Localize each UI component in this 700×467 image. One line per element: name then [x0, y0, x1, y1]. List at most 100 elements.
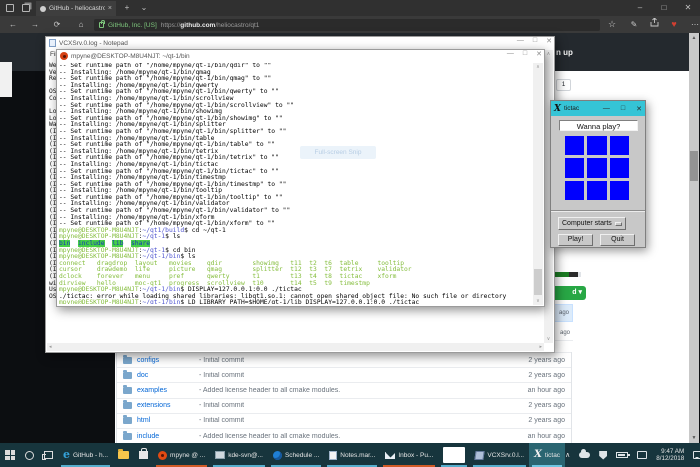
more-options-button[interactable]: ⋯ — [686, 16, 700, 33]
terminal-maximize-button[interactable]: □ — [523, 50, 527, 58]
extension-heart-icon[interactable]: ♥ — [665, 16, 683, 33]
tab-dropdown-button[interactable]: ⌄ — [137, 0, 151, 16]
url-text: https://github.com/heliocastro/qt1 — [161, 22, 260, 29]
scroll-up-icon[interactable]: ▲ — [689, 35, 699, 41]
taskbar-schedule-button[interactable]: Schedule ... — [268, 443, 324, 467]
commit-time: 2 years ago — [528, 357, 565, 364]
clone-or-download-button[interactable]: d ▾ — [555, 286, 586, 300]
folder-icon — [123, 417, 132, 424]
page-scrollbar[interactable]: ▲ ▼ — [689, 33, 699, 443]
tictac-cell[interactable] — [610, 181, 629, 200]
new-tab-button[interactable]: + — [120, 0, 134, 16]
action-center-icon[interactable] — [693, 451, 700, 459]
refresh-button[interactable]: ⟳ — [48, 16, 66, 33]
tab-close-icon[interactable]: × — [108, 5, 112, 12]
tictac-quit-button[interactable]: Quit — [600, 234, 635, 246]
home-button[interactable]: ⌂ — [72, 16, 90, 33]
terminal-scrollbar-thumb[interactable] — [534, 269, 542, 295]
commit-message[interactable]: - Initial commit — [199, 372, 528, 379]
tictac-cell[interactable] — [565, 136, 584, 155]
commit-message[interactable]: - Initial commit — [199, 402, 528, 409]
tictac-minimize-button[interactable]: — — [603, 105, 610, 113]
tictac-cell[interactable] — [587, 136, 606, 155]
tictac-play-button[interactable]: Play! — [558, 234, 593, 246]
tictac-cell[interactable] — [587, 181, 606, 200]
terminal-output[interactable]: -- Set runtime path of "/home/mpyne/qt-1… — [59, 63, 532, 304]
back-button[interactable]: ← — [4, 16, 22, 33]
terminal-minimize-button[interactable]: — — [507, 50, 514, 58]
taskbar-explorer-button[interactable] — [113, 443, 134, 467]
file-name-link[interactable]: examples — [137, 387, 199, 394]
commit-message[interactable]: - Added license header to all cmake modu… — [199, 387, 528, 394]
lock-icon — [99, 22, 104, 28]
file-name-link[interactable]: configs — [137, 357, 199, 364]
window-maximize-button[interactable]: □ — [656, 0, 672, 16]
window-close-button[interactable]: ✕ — [680, 0, 696, 16]
notepad-maximize-button[interactable]: □ — [533, 37, 537, 45]
start-button[interactable] — [0, 443, 20, 467]
tictac-maximize-button[interactable]: □ — [621, 105, 625, 113]
tictac-cell[interactable] — [610, 158, 629, 177]
commit-time: 2 years ago — [528, 402, 565, 409]
commit-message[interactable]: - Added license header to all cmake modu… — [199, 433, 528, 440]
tictac-separator — [551, 210, 645, 212]
file-row[interactable]: html- Initial commit2 years ago — [117, 413, 571, 428]
notepad-horizontal-scrollbar[interactable]: ◂ ▸ — [47, 343, 544, 351]
taskbar-store-button[interactable] — [134, 443, 153, 467]
file-name-link[interactable]: html — [137, 417, 199, 424]
tictac-cell[interactable] — [610, 136, 629, 155]
notepad-title-bar[interactable]: VCXSrv.0.log - Notepad — □ ✕ — [46, 37, 554, 49]
file-row[interactable]: doc- Initial commit2 years ago — [117, 367, 571, 382]
file-name-link[interactable]: extensions — [137, 402, 199, 409]
tictac-cell[interactable] — [565, 181, 584, 200]
hidden-icons-chevron[interactable]: ∧ — [565, 451, 570, 459]
commit-message[interactable]: - Initial commit — [199, 417, 528, 424]
social-count-badge[interactable]: 1 — [556, 79, 571, 91]
sign-up-button-fragment[interactable]: n up — [556, 48, 573, 57]
terminal-title-bar[interactable]: mpyne@DESKTOP-M8U4NJT: ~/qt-1/bin — □ ✕ — [57, 50, 544, 62]
scroll-down-icon[interactable]: ▼ — [689, 435, 699, 441]
window-minimize-button[interactable]: – — [632, 0, 648, 16]
language-bar — [555, 272, 585, 277]
set-tabs-aside-icon[interactable] — [6, 4, 14, 12]
taskbar-clock[interactable]: 9:47 AM8/12/2018 — [656, 448, 684, 463]
cortana-button[interactable] — [20, 443, 39, 467]
taskbar-edge-button[interactable]: e GitHub - h... — [58, 443, 113, 467]
taskbar-kdesvn-button[interactable]: kde-svn@... — [210, 443, 268, 467]
onedrive-cloud-icon[interactable] — [579, 452, 590, 458]
page-scrollbar-thumb[interactable] — [690, 151, 698, 181]
tictac-title-bar[interactable]: X tictac — □ ✕ — [551, 101, 645, 116]
taskbar-tictac-button[interactable]: X tictac — [529, 443, 565, 467]
tictac-cell[interactable] — [565, 158, 584, 177]
taskbar-vcxsrv-button[interactable]: VCXSrv.0.l... — [470, 443, 529, 467]
file-name-link[interactable]: doc — [137, 372, 199, 379]
address-bar[interactable]: GitHub, Inc. [US] https://github.com/hel… — [94, 19, 600, 31]
tictac-cell[interactable] — [587, 158, 606, 177]
file-row[interactable]: extensions- Initial commit2 years ago — [117, 398, 571, 413]
battery-icon[interactable] — [616, 452, 628, 458]
file-row[interactable]: examples- Added license header to all cm… — [117, 382, 571, 397]
task-view-button[interactable] — [39, 443, 58, 467]
add-favorite-star-icon[interactable]: ☆ — [603, 16, 621, 33]
share-icon[interactable] — [645, 16, 663, 33]
file-row[interactable]: include- Added license header to all cma… — [117, 428, 571, 443]
taskbar-snip-button[interactable] — [438, 443, 470, 467]
notepad-close-button[interactable]: ✕ — [546, 37, 552, 45]
network-icon[interactable] — [637, 451, 647, 459]
tictac-close-button[interactable]: ✕ — [636, 105, 642, 113]
commit-message[interactable]: - Initial commit — [199, 357, 528, 364]
terminal-close-button[interactable]: ✕ — [536, 50, 542, 58]
notepad-minimize-button[interactable]: — — [517, 37, 524, 45]
taskbar-inbox-button[interactable]: Inbox - Pu... — [380, 443, 438, 467]
forward-button[interactable]: → — [26, 16, 44, 33]
file-name-link[interactable]: include — [137, 433, 199, 440]
web-note-pen-icon[interactable]: ✎ — [625, 16, 643, 33]
defender-shield-icon[interactable] — [599, 451, 607, 460]
taskbar-notes-button[interactable]: Notes.mar... — [324, 443, 380, 467]
tictac-computer-starts-combo[interactable]: Computer starts — [558, 217, 626, 230]
tabs-set-aside-icon[interactable] — [22, 4, 30, 12]
terminal-scrollbar[interactable]: ∧ ∨ — [533, 63, 543, 305]
file-row[interactable]: configs- Initial commit2 years ago — [117, 352, 571, 367]
taskbar-mpyne-terminal-button[interactable]: mpyne @ ... — [153, 443, 210, 467]
browser-tab[interactable]: GitHub - heliocastro/qt × — [36, 1, 116, 16]
